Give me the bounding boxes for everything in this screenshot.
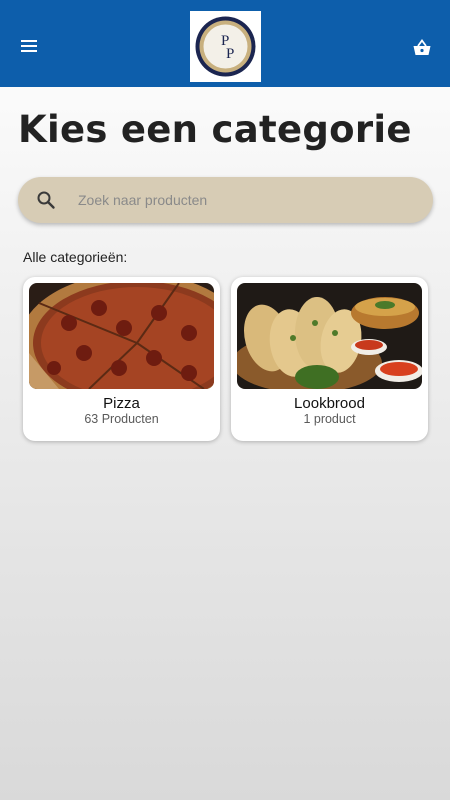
garlic-bread-photo — [237, 283, 422, 389]
category-count: 1 product — [303, 412, 356, 426]
category-card-pizza[interactable]: Pizza 63 Producten — [23, 277, 220, 441]
pizza-photo — [29, 283, 214, 389]
search-input[interactable] — [78, 177, 418, 223]
menu-icon-bar — [21, 50, 37, 52]
category-count: 63 Producten — [84, 412, 159, 426]
logo[interactable]: P P — [190, 11, 261, 82]
section-label: Alle categorieën: — [23, 249, 128, 265]
category-name: Pizza — [103, 395, 140, 412]
page-title: Kies een categorie — [18, 108, 412, 151]
category-name: Lookbrood — [294, 395, 365, 412]
menu-icon-bar — [21, 40, 37, 42]
logo-letter: P — [226, 46, 234, 62]
menu-icon-bar — [21, 45, 37, 47]
app-bar: P P — [0, 0, 450, 87]
shopping-basket-icon[interactable] — [412, 38, 432, 58]
search-bar[interactable] — [18, 177, 433, 223]
category-card-lookbrood[interactable]: Lookbrood 1 product — [231, 277, 428, 441]
pizza-logo: P P — [195, 16, 256, 77]
search-icon — [37, 191, 55, 209]
menu-icon[interactable] — [19, 36, 39, 56]
